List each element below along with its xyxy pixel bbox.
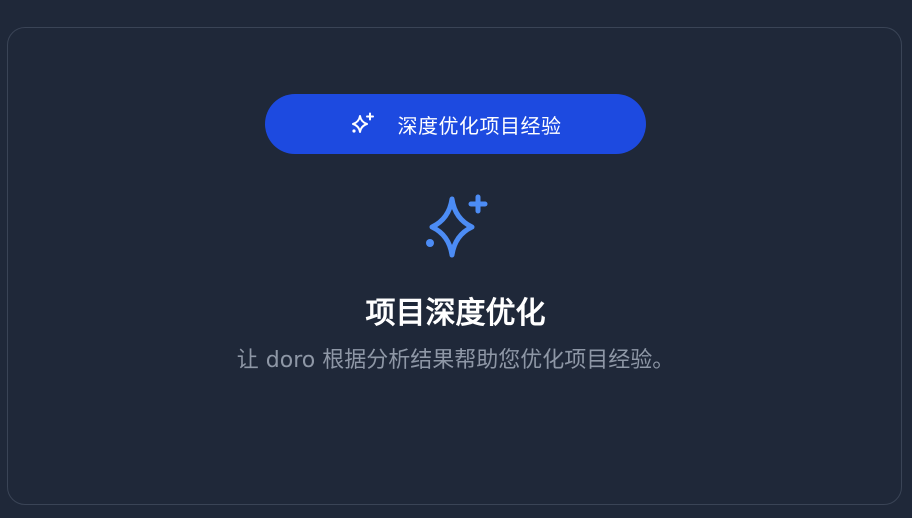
panel-description: 让 doro 根据分析结果帮助您优化项目经验。: [236, 348, 675, 373]
sparkles-icon: [351, 112, 374, 133]
deep-optimize-button[interactable]: 深度优化项目经验: [265, 94, 646, 154]
sparkles-icon: [426, 194, 488, 258]
deep-optimize-button-label: 深度优化项目经验: [397, 113, 562, 138]
panel-title: 项目深度优化: [365, 296, 546, 331]
optimize-panel: 深度优化项目经验 项目深度优化 让 doro 根据分析结果帮助您优化项目经验。: [7, 27, 902, 505]
